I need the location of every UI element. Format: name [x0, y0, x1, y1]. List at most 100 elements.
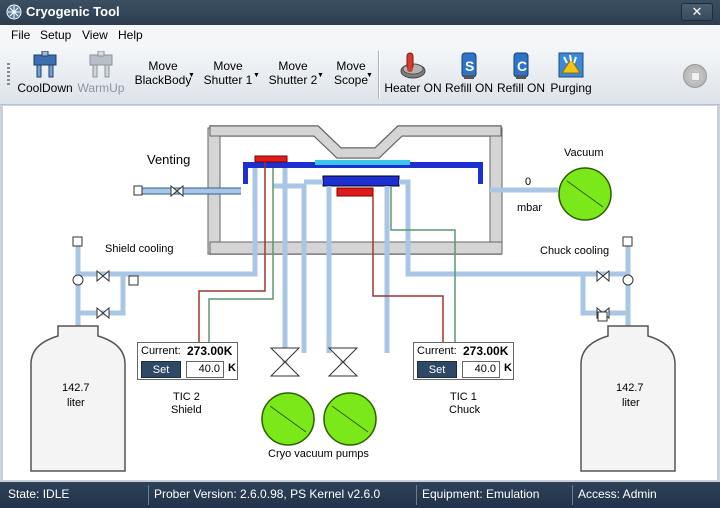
heater-on-button[interactable]: Heater ON	[384, 47, 442, 103]
chevron-down-icon: ▼	[188, 72, 195, 79]
chevron-down-icon: ▼	[317, 72, 324, 79]
toolbar: CoolDown WarmUp Move BlackBody ▼ Move Sh…	[0, 45, 720, 105]
cooldown-label: CoolDown	[17, 81, 73, 95]
refill-shield-button[interactable]: Refill ON S	[444, 47, 494, 103]
menu-bar: File Setup View Help	[0, 25, 720, 45]
move-blackbody-line2: BlackBody	[134, 73, 192, 87]
menu-setup[interactable]: Setup	[40, 28, 71, 42]
stop-icon	[691, 72, 700, 81]
dewar-right-unit: liter	[622, 397, 640, 409]
status-divider	[416, 485, 417, 505]
tic1-current-value: 273.00K	[463, 344, 509, 358]
warmup-icon	[89, 51, 113, 78]
vacuum-pump-icon	[558, 167, 612, 221]
shield-left-leg	[243, 162, 248, 184]
pump-valve-2-icon	[327, 347, 359, 377]
tic2-sub: Shield	[171, 404, 202, 416]
move-shutter1-line2: Shutter 1	[203, 73, 253, 87]
shield-heater	[254, 155, 288, 163]
tic2-panel: Current: 273.00K Set 40.0 K	[137, 342, 238, 380]
status-bar: State: IDLE Prober Version: 2.6.0.98, PS…	[0, 482, 720, 508]
dewar-left-unit: liter	[67, 397, 85, 409]
tic2-set-button[interactable]: Set	[141, 361, 181, 378]
tic1-name: TIC 1	[450, 391, 477, 403]
refill-s-letter: S	[465, 58, 475, 74]
vacuum-value: 0	[525, 176, 532, 188]
window-title: Cryogenic Tool	[26, 4, 120, 19]
shield-junction	[72, 274, 84, 286]
title-bar: Cryogenic Tool ✕	[0, 0, 720, 25]
heater-on-label: Heater ON	[384, 81, 442, 95]
chuck-port-side	[597, 311, 608, 322]
stop-button[interactable]	[683, 64, 707, 88]
shield-right-leg	[478, 162, 483, 184]
status-divider	[148, 485, 149, 505]
cryo-pump-2-icon	[323, 392, 377, 446]
cryo-pumps-label: Cryo vacuum pumps	[268, 448, 369, 460]
dewar-right-value: 142.7	[616, 382, 644, 394]
chuck-port-top	[622, 236, 633, 247]
warmup-label: WarmUp	[77, 81, 125, 95]
tic1-sub: Chuck	[449, 404, 481, 416]
move-shutter1-dropdown[interactable]: Move Shutter 1 ▼	[198, 59, 260, 99]
tic1-panel: Current: 273.00K Set 40.0 K	[413, 342, 514, 380]
move-scope-line2: Scope	[333, 73, 369, 87]
tic2-current-value: 273.00K	[187, 344, 233, 358]
purging-button[interactable]: Purging	[548, 47, 594, 103]
menu-view[interactable]: View	[82, 28, 108, 42]
purging-icon	[558, 52, 584, 78]
dewar-left-value: 142.7	[62, 382, 90, 394]
status-equipment: Equipment: Emulation	[422, 487, 540, 501]
diagram-graphics	[30, 125, 676, 472]
refill-c-letter: C	[517, 58, 528, 74]
refill-shield-label: Refill ON	[444, 81, 493, 95]
chuck-heater	[336, 187, 374, 197]
chevron-down-icon: ▼	[366, 72, 373, 79]
tic2-unit: K	[228, 362, 236, 374]
move-shutter2-line1: Move	[278, 59, 308, 73]
move-scope-line1: Move	[336, 59, 366, 73]
tic1-setpoint-input[interactable]: 40.0	[462, 361, 500, 378]
venting-label: Venting	[147, 152, 191, 167]
move-shutter1-line1: Move	[213, 59, 243, 73]
status-state: State: IDLE	[8, 487, 70, 501]
status-access: Access: Admin	[578, 487, 657, 501]
cryo-diagram: Venting Vacuum 0 mbar Shield cooling Chu…	[3, 106, 717, 480]
shield-window	[315, 160, 410, 165]
move-scope-dropdown[interactable]: Move Scope ▼	[328, 59, 374, 99]
tic1-unit: K	[504, 362, 512, 374]
refill-chuck-label: Refill ON	[496, 81, 545, 95]
tic2-current-label: Current:	[141, 345, 181, 357]
vacuum-unit: mbar	[517, 202, 543, 214]
refill-chuck-button[interactable]: Refill ON C	[496, 47, 546, 103]
shield-port-top	[72, 236, 83, 247]
menu-help[interactable]: Help	[118, 28, 143, 42]
close-button[interactable]: ✕	[681, 3, 713, 21]
tic2-setpoint-input[interactable]: 40.0	[186, 361, 224, 378]
warmup-button[interactable]: WarmUp	[76, 47, 126, 103]
venting-port	[133, 185, 143, 196]
move-shutter2-line2: Shutter 2	[268, 73, 318, 87]
tic1-set-button[interactable]: Set	[417, 361, 457, 378]
move-shutter2-dropdown[interactable]: Move Shutter 2 ▼	[263, 59, 324, 99]
shield-valve-2-icon	[96, 306, 110, 320]
chevron-down-icon: ▼	[253, 72, 260, 79]
toolbar-separator	[378, 51, 380, 99]
toolbar-grip[interactable]	[7, 63, 10, 87]
move-blackbody-dropdown[interactable]: Move BlackBody ▼	[132, 59, 195, 99]
cooldown-icon	[33, 51, 57, 78]
tic2-name: TIC 2	[173, 391, 200, 403]
chuck-body	[322, 175, 400, 187]
chuck-cooling-label: Chuck cooling	[540, 245, 610, 257]
shield-port-side	[128, 275, 139, 286]
move-blackbody-line1: Move	[148, 59, 178, 73]
menu-file[interactable]: File	[11, 28, 30, 42]
cryo-pump-1-icon	[261, 392, 315, 446]
shield-cooling-label: Shield cooling	[105, 243, 174, 255]
heater-icon	[400, 52, 426, 79]
app-snowflake-icon	[6, 4, 22, 20]
vacuum-label: Vacuum	[564, 147, 604, 159]
status-divider	[572, 485, 573, 505]
purging-label: Purging	[550, 81, 592, 95]
cooldown-button[interactable]: CoolDown	[16, 47, 74, 103]
